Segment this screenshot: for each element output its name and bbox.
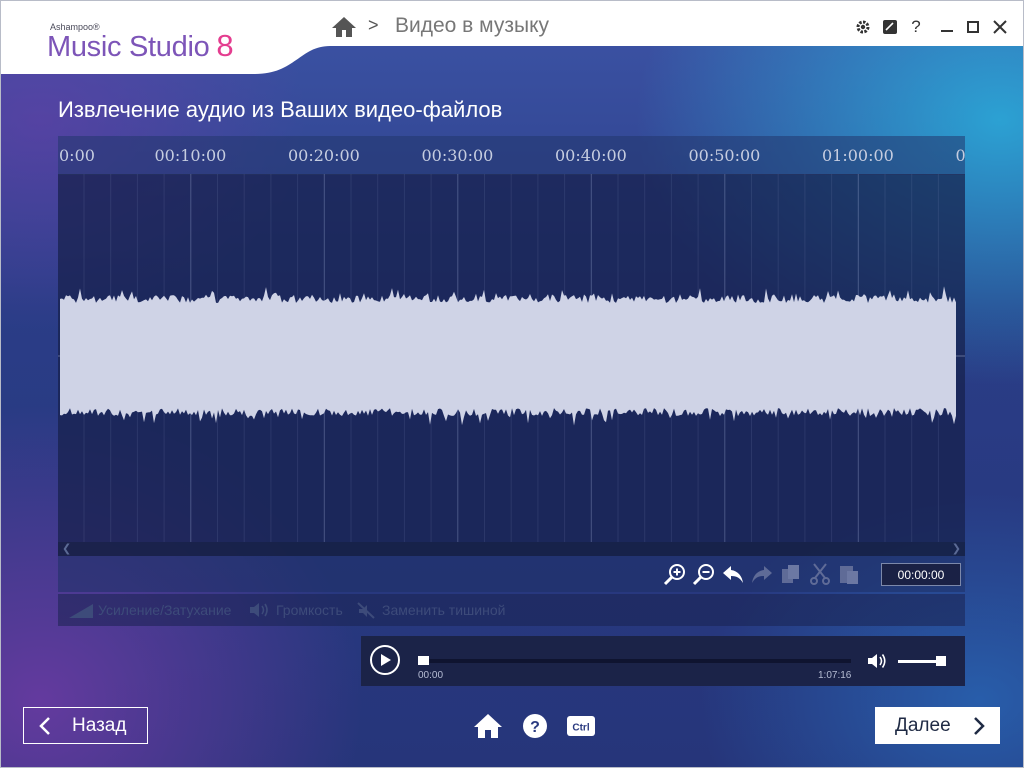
paste-icon[interactable] xyxy=(837,562,861,586)
volume-handle[interactable] xyxy=(936,656,947,666)
silence-icon xyxy=(357,602,375,619)
scroll-left-icon[interactable]: ❮ xyxy=(62,542,71,556)
next-button-label: Далее xyxy=(895,714,951,736)
total-time: 1:07:16 xyxy=(818,670,852,681)
app-logo: Music Studio 8 xyxy=(47,28,234,64)
next-button[interactable]: Далее xyxy=(875,707,1000,744)
minimize-icon[interactable] xyxy=(937,17,957,37)
keyboard-shortcuts-icon[interactable]: Ctrl xyxy=(566,712,596,740)
progress-handle[interactable] xyxy=(418,656,429,665)
timeline-ruler[interactable]: 0:00 00:10:00 00:20:00 00:30:00 00:40:00 00:5… xyxy=(58,136,965,175)
waveform-envelope xyxy=(60,286,956,426)
volume-icon[interactable] xyxy=(866,651,888,671)
back-button[interactable]: Назад xyxy=(23,707,148,744)
zoom-in-icon[interactable] xyxy=(663,562,687,586)
copy-icon[interactable] xyxy=(779,562,803,586)
help-icon[interactable]: ? xyxy=(906,17,926,37)
play-button[interactable] xyxy=(370,645,400,675)
edit-toolbar: 00:00:00 xyxy=(58,556,965,592)
svg-text:?: ? xyxy=(530,719,540,736)
play-icon xyxy=(381,654,391,666)
redo-icon[interactable] xyxy=(750,562,774,586)
breadcrumb-home-icon[interactable] xyxy=(331,15,357,39)
audio-editor: 0:00 00:10:00 00:20:00 00:30:00 00:40:00 00:5… xyxy=(58,136,965,626)
volume-effect-button[interactable]: Громкость xyxy=(276,602,343,618)
waveform xyxy=(58,174,965,542)
brand-name: Music Studio xyxy=(47,31,210,63)
chevron-left-icon xyxy=(39,716,50,735)
timeline-tick-label: 00:30:00 xyxy=(421,146,494,165)
home-icon[interactable] xyxy=(473,712,503,740)
breadcrumb-title: Видео в музыку xyxy=(395,14,549,37)
fade-effect-button[interactable]: Усиление/Затухание xyxy=(98,602,231,618)
gear-icon[interactable] xyxy=(853,17,873,37)
progress-track[interactable] xyxy=(418,659,851,663)
audio-player: 00:00 1:07:16 xyxy=(361,636,965,686)
timeline-tick-label: 00:10:00 xyxy=(154,146,227,165)
horizontal-scrollbar[interactable]: ❮ ❯ xyxy=(58,542,965,556)
ctrl-key-label: Ctrl xyxy=(572,723,589,734)
note-icon[interactable] xyxy=(880,17,900,37)
timeline-tick-label: 0 xyxy=(955,146,966,165)
breadcrumb-separator: > xyxy=(368,15,379,35)
timeline-tick-label: 01:00:00 xyxy=(822,146,894,165)
maximize-icon[interactable] xyxy=(963,17,983,37)
volume-effect-icon xyxy=(250,603,268,617)
zoom-out-icon[interactable] xyxy=(692,562,716,586)
close-icon[interactable] xyxy=(990,17,1010,37)
effects-bar: Усиление/Затухание Громкость Заменить ти… xyxy=(58,594,965,626)
current-time: 00:00 xyxy=(418,670,444,681)
time-position-field[interactable]: 00:00:00 xyxy=(881,563,961,586)
fade-icon xyxy=(69,604,93,618)
page-title: Извлечение аудио из Ваших видео-файлов xyxy=(58,97,503,122)
waveform-area[interactable] xyxy=(58,174,965,542)
help-icon[interactable]: ? xyxy=(520,712,550,740)
timeline-tick-label: 0:00 xyxy=(59,146,95,165)
timeline-tick-label: 00:20:00 xyxy=(288,146,360,165)
cut-icon[interactable] xyxy=(808,562,832,586)
header: Ashampoo® Music Studio 8 > Видео в музыку… xyxy=(0,0,1024,76)
brand-version: 8 xyxy=(216,28,234,63)
chevron-right-icon xyxy=(974,717,985,735)
timeline-tick-label: 00:40:00 xyxy=(555,146,627,165)
undo-icon[interactable] xyxy=(721,562,745,586)
back-button-label: Назад xyxy=(72,714,127,736)
timeline-tick-label: 00:50:00 xyxy=(688,146,761,165)
scroll-right-icon[interactable]: ❯ xyxy=(952,542,961,556)
replace-silence-button[interactable]: Заменить тишиной xyxy=(382,602,505,618)
app-window: Ashampoo® Music Studio 8 > Видео в музыку… xyxy=(0,0,1024,768)
